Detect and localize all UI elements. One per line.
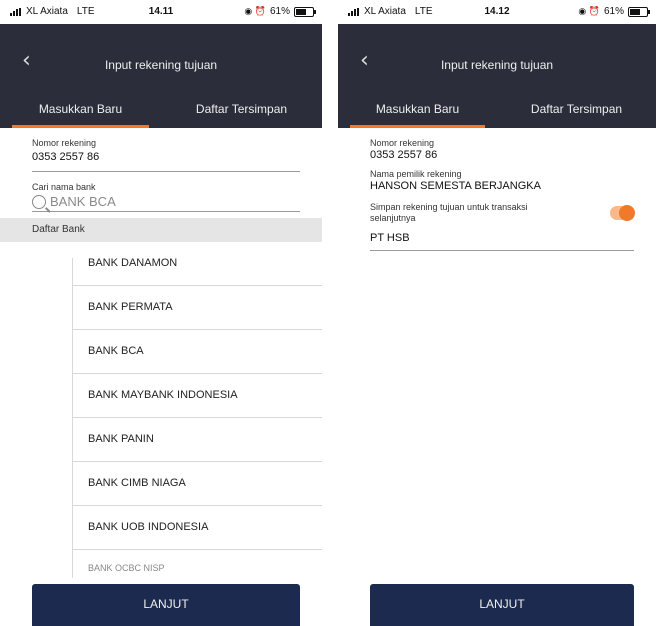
battery-icon — [628, 6, 650, 17]
alarm-icon: ◉ ⏰ — [244, 6, 266, 16]
bank-item[interactable]: BANK PERMATA — [72, 286, 322, 330]
bank-item[interactable]: BANK DANAMON — [72, 242, 322, 286]
screen-select-bank: XL Axiata LTE 14.11 ◉ ⏰ 61% ‹ Input reke… — [0, 0, 322, 626]
account-number-label: Nomor rekening — [32, 138, 97, 148]
bank-list: BANK DANAMON BANK PERMATA BANK BCA BANK … — [72, 242, 322, 572]
bank-search-label: Cari nama bank — [32, 182, 96, 192]
bank-item[interactable]: BANK MAYBANK INDONESIA — [72, 374, 322, 418]
account-alias-field[interactable]: PT HSB — [370, 232, 634, 251]
bank-item[interactable]: BANK PANIN — [72, 418, 322, 462]
account-number-value: 0353 2557 86 — [32, 151, 100, 163]
account-number-field[interactable]: Nomor rekening 0353 2557 86 — [32, 138, 300, 172]
carrier-name: XL Axiata — [26, 6, 68, 17]
carrier-info: XL Axiata LTE — [348, 6, 433, 17]
bank-search-field[interactable]: Cari nama bank — [32, 182, 300, 212]
lanjut-button[interactable]: LANJUT — [370, 584, 634, 626]
tab-daftar-tersimpan[interactable]: Daftar Tersimpan — [497, 98, 656, 128]
carrier-info: XL Axiata LTE — [10, 6, 95, 17]
bank-item[interactable]: BANK UOB INDONESIA — [72, 506, 322, 550]
clock: 14.11 — [148, 6, 174, 17]
page-title: Input rekening tujuan — [440, 58, 554, 72]
app-header: ‹ Input rekening tujuan Masukkan Baru Da… — [0, 24, 322, 128]
tab-bar: Masukkan Baru Daftar Tersimpan — [0, 98, 322, 128]
account-number-label: Nomor rekening — [370, 138, 435, 148]
signal-icon — [10, 7, 21, 16]
tab-bar: Masukkan Baru Daftar Tersimpan — [338, 98, 656, 128]
save-account-row: Simpan rekening tujuan untuk transaksi s… — [370, 202, 635, 224]
status-bar: XL Axiata LTE 14.12 ◉ ⏰ 61% — [338, 0, 656, 24]
status-right: ◉ ⏰ 61% — [244, 6, 316, 17]
network-type: LTE — [414, 6, 433, 17]
account-owner-label: Nama pemilik rekening — [370, 169, 462, 179]
save-account-toggle[interactable] — [610, 204, 635, 221]
carrier-name: XL Axiata — [364, 6, 406, 17]
lanjut-button[interactable]: LANJUT — [32, 584, 300, 626]
alarm-icon: ◉ ⏰ — [578, 6, 600, 16]
tab-masukkan-baru[interactable]: Masukkan Baru — [0, 98, 161, 128]
network-type: LTE — [76, 6, 95, 17]
signal-icon — [348, 7, 359, 16]
bank-item[interactable]: BANK OCBC NISP — [72, 550, 322, 572]
account-owner-value: HANSON SEMESTA BERJANGKA — [370, 180, 541, 192]
battery-percent: 61% — [603, 6, 624, 17]
account-number-value: 0353 2557 86 — [370, 149, 438, 161]
screen-account-confirmed: XL Axiata LTE 14.12 ◉ ⏰ 61% ‹ Input reke… — [338, 0, 656, 626]
save-account-label: Simpan rekening tujuan untuk transaksi s… — [370, 202, 528, 223]
status-right: ◉ ⏰ 61% — [578, 6, 650, 17]
account-number-field: Nomor rekening 0353 2557 86 — [370, 138, 634, 161]
clock: 14.12 — [484, 6, 510, 17]
bank-list-header: Daftar Bank — [0, 218, 322, 242]
app-header: ‹ Input rekening tujuan Masukkan Baru Da… — [338, 24, 656, 128]
account-alias-value: PT HSB — [370, 231, 410, 244]
status-bar: XL Axiata LTE 14.11 ◉ ⏰ 61% — [0, 0, 322, 24]
account-owner-field: Nama pemilik rekening HANSON SEMESTA BER… — [370, 169, 634, 192]
bank-item[interactable]: BANK CIMB NIAGA — [72, 462, 322, 506]
bank-item[interactable]: BANK BCA — [72, 330, 322, 374]
bank-search-input[interactable] — [50, 194, 250, 209]
battery-icon — [294, 6, 316, 17]
page-title: Input rekening tujuan — [104, 58, 218, 72]
search-icon — [32, 194, 46, 209]
tab-daftar-tersimpan[interactable]: Daftar Tersimpan — [161, 98, 322, 128]
battery-percent: 61% — [269, 6, 290, 17]
tab-masukkan-baru[interactable]: Masukkan Baru — [338, 98, 497, 128]
